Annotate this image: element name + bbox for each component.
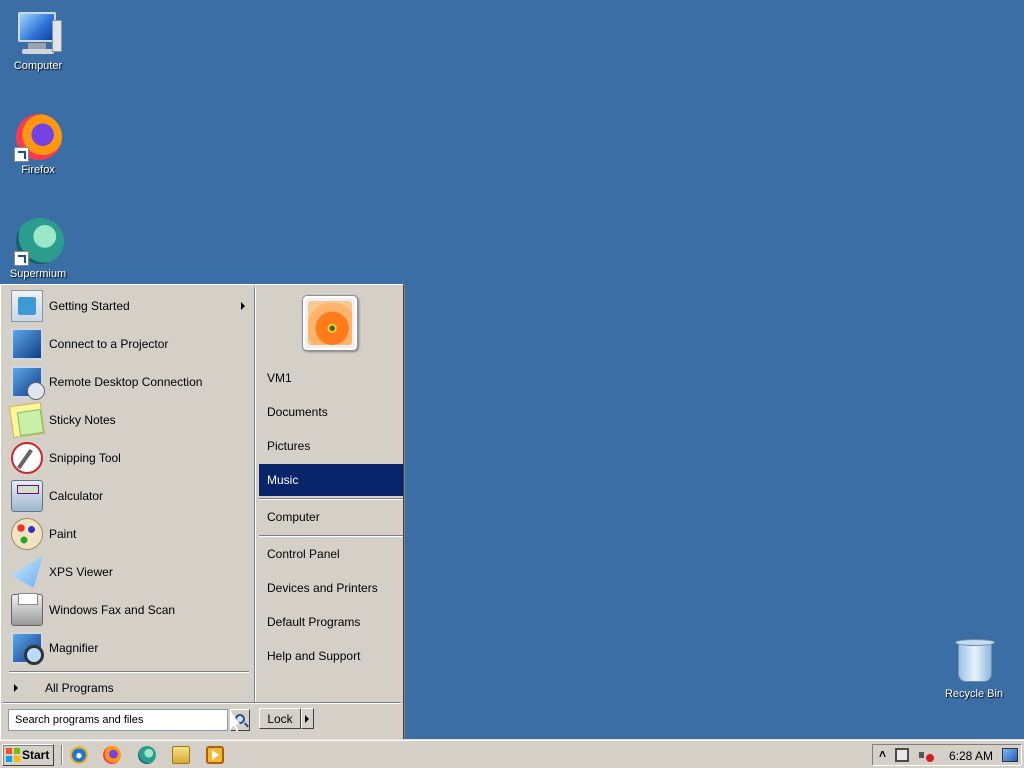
lock-button[interactable]: Lock [259, 708, 301, 729]
program-xps-viewer[interactable]: XPS Viewer [3, 553, 253, 591]
program-getting-started[interactable]: Getting Started [3, 287, 253, 325]
right-item-devices-printers[interactable]: Devices and Printers [259, 572, 403, 604]
program-remote-desktop[interactable]: Remote Desktop Connection [3, 363, 253, 401]
internet-explorer-icon[interactable] [70, 746, 88, 764]
show-desktop-icon[interactable] [1002, 748, 1018, 762]
sticky-notes-icon [8, 401, 46, 439]
getting-started-icon [11, 290, 43, 322]
right-item-control-panel[interactable]: Control Panel [259, 538, 403, 570]
lock-label: Lock [267, 711, 293, 726]
program-label: Connect to a Projector [49, 337, 169, 351]
fax-scan-icon [11, 593, 43, 626]
firefox-icon [14, 114, 62, 162]
shortcut-arrow-icon [14, 251, 29, 266]
program-label: Remote Desktop Connection [49, 375, 203, 389]
desktop-icon-label: Firefox [21, 164, 55, 176]
user-picture[interactable] [302, 295, 358, 351]
program-fax-scan[interactable]: Windows Fax and Scan [3, 591, 253, 629]
projector-icon [11, 328, 43, 360]
right-item-vm1[interactable]: VM1 [259, 362, 403, 394]
submenu-arrow-icon [241, 302, 245, 310]
right-item-label: Control Panel [267, 547, 340, 561]
right-item-label: Devices and Printers [267, 581, 378, 595]
clock[interactable]: 6:28 AM [949, 749, 993, 763]
desktop-icon-label: Computer [13, 60, 63, 72]
right-item-label: Help and Support [267, 649, 361, 663]
program-label: Snipping Tool [49, 451, 121, 465]
right-item-label: Computer [267, 510, 320, 524]
right-item-default-programs[interactable]: Default Programs [259, 606, 403, 638]
program-connect-projector[interactable]: Connect to a Projector [3, 325, 253, 363]
search-input[interactable] [8, 709, 228, 731]
desktop-icon-label: Supermium [9, 268, 67, 280]
flower-avatar-icon [308, 301, 352, 345]
program-label: Windows Fax and Scan [49, 603, 176, 617]
calculator-icon [11, 480, 43, 512]
desktop-icon-computer[interactable]: Computer [0, 10, 76, 72]
desktop-icon-supermium[interactable]: Supermium [0, 218, 76, 280]
program-magnifier[interactable]: Magnifier [3, 629, 253, 667]
supermium-icon [14, 218, 64, 266]
program-sticky-notes[interactable]: Sticky Notes [3, 401, 253, 439]
program-label: Getting Started [49, 299, 130, 313]
pane-divider [254, 287, 256, 702]
quick-launch-separator [61, 745, 63, 765]
firefox-icon[interactable] [103, 746, 121, 764]
all-programs-button[interactable]: All Programs [3, 677, 251, 699]
program-calculator[interactable]: Calculator [3, 477, 253, 515]
taskbar: Start ˄ 6:28 AM [0, 740, 1024, 768]
right-item-label: Documents [267, 405, 328, 419]
shortcut-arrow-icon [14, 147, 29, 162]
magnifier-icon [11, 632, 44, 665]
all-programs-label: All Programs [45, 681, 114, 695]
right-item-label: Default Programs [267, 615, 361, 629]
divider [9, 671, 249, 673]
program-paint[interactable]: Paint [3, 515, 253, 553]
right-item-computer[interactable]: Computer [259, 501, 403, 533]
right-item-label: VM1 [267, 371, 292, 385]
start-menu: Getting Started Connect to a Projector R… [0, 284, 404, 740]
right-item-documents[interactable]: Documents [259, 396, 403, 428]
divider [3, 702, 401, 704]
program-label: Magnifier [49, 641, 99, 655]
windows-explorer-icon[interactable] [172, 746, 190, 764]
start-label: Start [22, 748, 50, 762]
program-label: Calculator [49, 489, 104, 503]
program-list: Getting Started Connect to a Projector R… [3, 287, 253, 702]
divider [259, 498, 403, 500]
program-label: Paint [49, 527, 77, 541]
system-tray: ˄ 6:28 AM [872, 744, 1022, 766]
program-label: Sticky Notes [49, 413, 116, 427]
remote-desktop-icon [11, 366, 45, 400]
right-item-pictures[interactable]: Pictures [259, 430, 403, 462]
media-player-icon[interactable] [206, 746, 224, 764]
volume-muted-icon[interactable] [919, 748, 934, 762]
program-snipping-tool[interactable]: Snipping Tool [3, 439, 253, 477]
expand-arrow-icon [14, 684, 18, 692]
start-button[interactable]: Start [2, 744, 54, 766]
desktop-icon-recycle-bin[interactable]: Recycle Bin [936, 638, 1012, 700]
windows-logo-icon [6, 748, 20, 762]
network-icon[interactable] [895, 748, 909, 762]
divider [259, 535, 403, 537]
desktop-icon-firefox[interactable]: Firefox [0, 114, 76, 176]
snipping-tool-icon [11, 442, 43, 474]
right-item-help-support[interactable]: Help and Support [259, 640, 403, 672]
right-item-label: Music [267, 473, 299, 487]
program-label: XPS Viewer [49, 565, 113, 579]
supermium-icon[interactable] [138, 746, 156, 764]
recycle-bin-icon [950, 638, 998, 686]
xps-viewer-icon [11, 556, 43, 588]
show-hidden-icons-button[interactable]: ˄ [879, 747, 886, 761]
paint-icon [11, 518, 43, 550]
right-item-label: Pictures [267, 439, 311, 453]
desktop-icon-label: Recycle Bin [944, 688, 1004, 700]
computer-icon [14, 10, 62, 58]
shutdown-options-button[interactable] [301, 708, 314, 729]
right-item-music[interactable]: Music [259, 464, 403, 496]
